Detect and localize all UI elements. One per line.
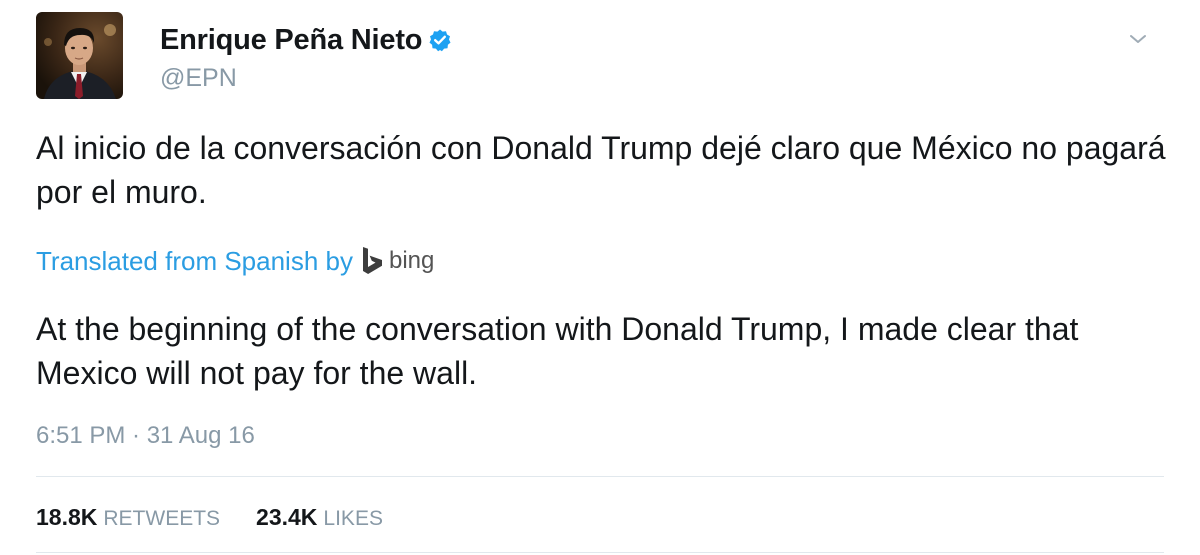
divider [36, 476, 1164, 477]
bing-logo-icon [361, 246, 385, 276]
bing-wordmark: bing [388, 247, 435, 274]
retweets-count: 18.8K [36, 504, 98, 530]
author-handle[interactable]: @EPN [160, 64, 237, 93]
likes-count: 23.4K [256, 504, 318, 530]
author-name-row: Enrique Peña Nieto [160, 22, 452, 58]
likes-stat[interactable]: 23.4K LIKES [256, 504, 383, 531]
divider [36, 552, 1164, 553]
verified-badge-icon [428, 28, 452, 52]
author-display-name[interactable]: Enrique Peña Nieto [160, 24, 422, 57]
likes-label: LIKES [323, 507, 383, 530]
retweets-stat[interactable]: 18.8K RETWEETS [36, 504, 220, 531]
avatar[interactable] [36, 12, 123, 99]
translation-attribution[interactable]: Translated from Spanish by bing [36, 243, 434, 279]
tweet-timestamp[interactable]: 6:51 PM · 31 Aug 16 [36, 422, 255, 450]
tweet-card: Enrique Peña Nieto @EPN Al inicio de la … [0, 0, 1200, 555]
translated-tweet-text: At the beginning of the conversation wit… [36, 311, 1079, 391]
tweet-stats: 18.8K RETWEETS 23.4K LIKES [36, 504, 419, 531]
tweet-text: Al inicio de la conversación con Donald … [36, 130, 1166, 210]
translated-from-label[interactable]: Translated from Spanish by [36, 246, 353, 277]
chevron-down-icon[interactable] [1128, 32, 1148, 46]
avatar-image [36, 12, 123, 99]
retweets-label: RETWEETS [103, 507, 221, 530]
